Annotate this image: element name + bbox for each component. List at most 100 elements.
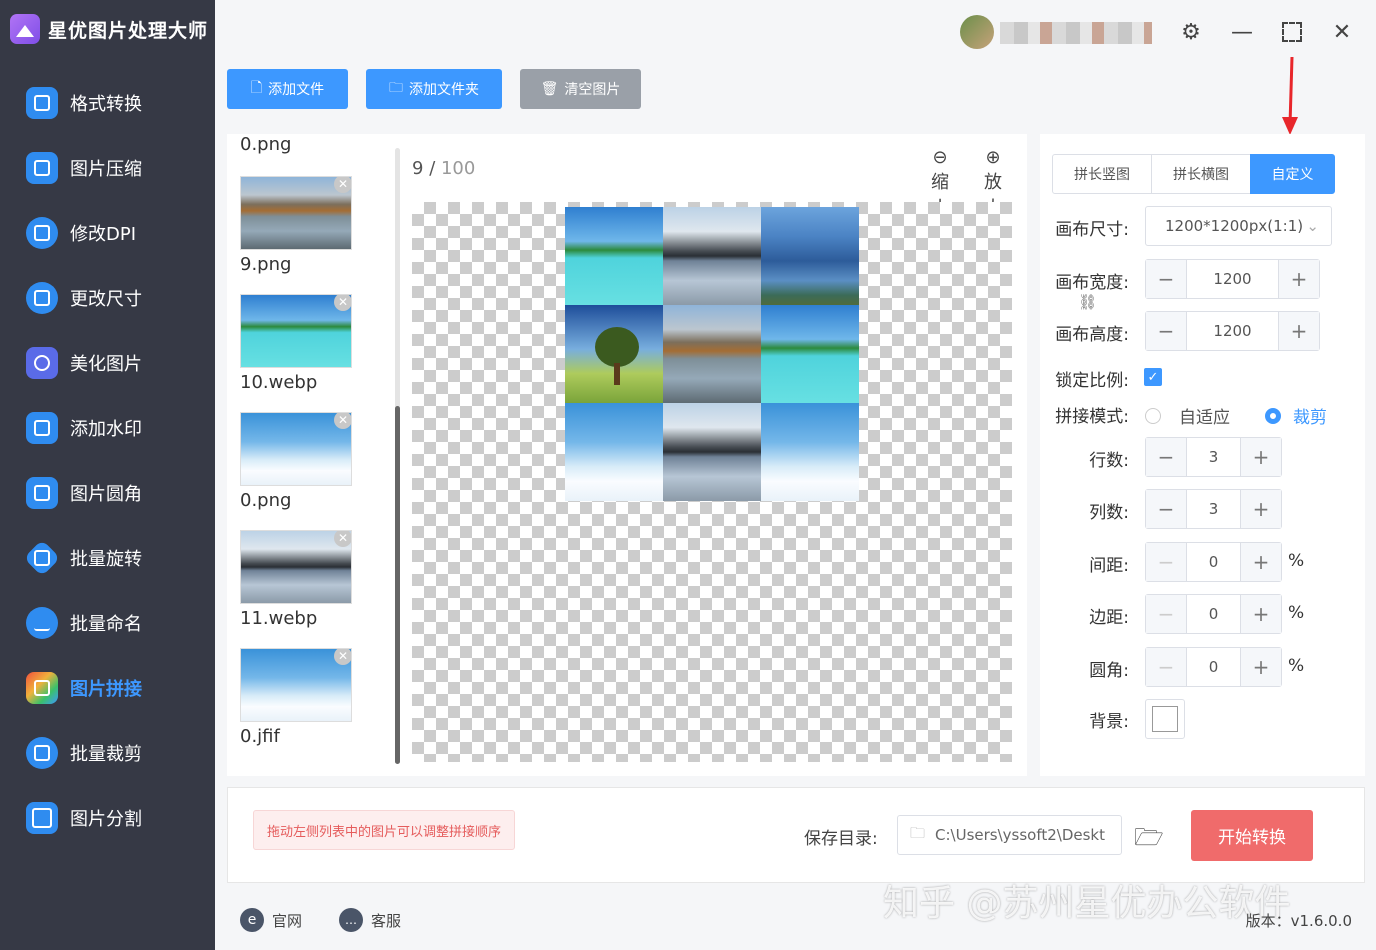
zoom-out-icon: ⊖ (932, 147, 948, 168)
sidebar: 星优图片处理大师 格式转换 图片压缩 修改DPI 更改尺寸 美化图片 添加水印 … (0, 0, 215, 950)
lock-ratio-label: 锁定比例: (1055, 371, 1129, 391)
rows-value[interactable]: 3 (1186, 438, 1241, 476)
clear-images-button[interactable]: 🗑 清空图片 (520, 69, 641, 109)
tab-custom[interactable]: 自定义 (1250, 154, 1335, 194)
page-total: 100 (440, 158, 476, 179)
list-item[interactable]: ✕ 11.webp (240, 530, 352, 629)
canvas-size-select[interactable]: 1200*1200px(1:1) ⌄ (1145, 206, 1332, 246)
remove-icon[interactable]: ✕ (334, 177, 351, 193)
beautify-icon (26, 347, 58, 379)
canvas-height-label: 画布高度: (1055, 325, 1129, 345)
rows-stepper: − 3 + (1145, 437, 1282, 477)
plus-button[interactable]: + (1241, 648, 1281, 686)
minus-button[interactable]: − (1146, 490, 1186, 528)
sidebar-item-crop[interactable]: 批量裁剪 (26, 733, 142, 773)
tab-vertical-stitch[interactable]: 拼长竖图 (1052, 154, 1152, 194)
official-site-link[interactable]: e 官网 (240, 908, 302, 932)
radio-icon (1145, 407, 1161, 424)
scrollbar-thumb[interactable] (395, 406, 400, 764)
plus-button[interactable]: + (1241, 438, 1281, 476)
remove-icon[interactable]: ✕ (334, 413, 351, 429)
sidebar-item-dpi[interactable]: 修改DPI (26, 213, 136, 253)
browse-folder-icon[interactable]: 🗁 (1134, 820, 1164, 861)
canvas-width-stepper: − 1200 + (1145, 259, 1320, 299)
canvas-width-value[interactable]: 1200 (1186, 260, 1279, 298)
add-folder-button[interactable]: 🗀 添加文件夹 (366, 69, 502, 109)
mode-fit-radio[interactable]: 自适应 (1145, 403, 1230, 428)
split-icon (26, 802, 58, 834)
minus-button[interactable]: − (1146, 438, 1186, 476)
grid-cell-image (565, 207, 663, 305)
footer: e 官网 … 客服 知乎 @苏州星优办公软件 版本：v1.6.0.0 (215, 883, 1376, 950)
sidebar-item-rename[interactable]: 批量命名 (26, 603, 142, 643)
remove-icon[interactable]: ✕ (334, 531, 351, 547)
user-name-blurred (1000, 22, 1152, 44)
sidebar-item-resize[interactable]: 更改尺寸 (26, 278, 142, 318)
plus-button[interactable]: + (1279, 260, 1319, 298)
sidebar-item-rotate[interactable]: 批量旋转 (23, 538, 142, 578)
sidebar-item-compress[interactable]: 图片压缩 (26, 148, 142, 188)
list-item[interactable]: ✕ 10.webp (240, 294, 352, 393)
background-color-picker[interactable] (1145, 699, 1185, 739)
file-name: 11.webp (240, 608, 318, 629)
radius-stepper: − 0 + (1145, 647, 1282, 687)
plus-button[interactable]: + (1279, 312, 1319, 350)
add-file-button[interactable]: 🗋 添加文件 (227, 69, 348, 109)
grid-cell-image (761, 305, 859, 403)
grid-cell-image (565, 305, 663, 403)
maximize-icon (1282, 22, 1302, 42)
app-title: 星优图片处理大师 (48, 19, 209, 42)
minus-button[interactable]: − (1146, 312, 1186, 350)
file-name: 10.webp (240, 372, 318, 393)
margin-value[interactable]: 0 (1186, 595, 1241, 633)
thumbnail-image: ✕ (240, 412, 352, 486)
radius-value[interactable]: 0 (1186, 648, 1241, 686)
color-swatch (1152, 706, 1178, 732)
minus-button[interactable]: − (1146, 595, 1186, 633)
cols-value[interactable]: 3 (1186, 490, 1241, 528)
maximize-button[interactable] (1278, 18, 1306, 46)
close-button[interactable]: ✕ (1328, 18, 1356, 46)
tab-horizontal-stitch[interactable]: 拼长横图 (1151, 154, 1251, 194)
lock-ratio-checkbox[interactable]: ✓ (1144, 368, 1162, 386)
link-icon[interactable]: ⛓ (1078, 293, 1097, 311)
remove-icon[interactable]: ✕ (334, 295, 351, 311)
thumbnail-image: ✕ (240, 176, 352, 250)
list-item[interactable]: ✕ 0.jfif (240, 648, 352, 747)
save-path-input[interactable]: 🗀 C:\Users\yssoft2\Deskt (897, 815, 1122, 855)
canvas-width-label: 画布宽度: (1055, 273, 1129, 293)
sidebar-item-round-corner[interactable]: 图片圆角 (26, 473, 142, 513)
sidebar-item-beautify[interactable]: 美化图片 (26, 343, 142, 383)
stitch-icon (26, 672, 58, 704)
customer-service-link[interactable]: … 客服 (339, 908, 401, 932)
list-item[interactable]: ✕ 9.png (240, 176, 352, 275)
gap-value[interactable]: 0 (1186, 543, 1241, 581)
plus-button[interactable]: + (1241, 595, 1281, 633)
avatar[interactable] (960, 15, 994, 49)
start-convert-button[interactable]: 开始转换 (1191, 810, 1313, 861)
radio-checked-icon (1265, 407, 1281, 424)
list-item[interactable]: ✕ 0.png (240, 412, 352, 511)
margin-percent: % (1288, 603, 1305, 623)
rename-icon (26, 607, 58, 639)
sidebar-item-split[interactable]: 图片分割 (26, 798, 142, 838)
settings-sliders-icon[interactable]: ⚙ (1177, 18, 1205, 46)
plus-button[interactable]: + (1241, 490, 1281, 528)
sidebar-item-watermark[interactable]: 添加水印 (26, 408, 142, 448)
trash-icon: 🗑 (540, 81, 559, 97)
preview-panel: 0.png ✕ 9.png ✕ 10.webp ✕ 0.png ✕ 11.web… (227, 134, 1027, 776)
minimize-button[interactable]: — (1228, 18, 1256, 46)
minus-button[interactable]: − (1146, 543, 1186, 581)
mode-crop-radio[interactable]: 裁剪 (1265, 403, 1327, 428)
cols-stepper: − 3 + (1145, 489, 1282, 529)
sidebar-item-stitch[interactable]: 图片拼接 (26, 668, 142, 708)
grid-cell-image (565, 403, 663, 501)
chevron-down-icon: ⌄ (1306, 217, 1319, 235)
remove-icon[interactable]: ✕ (334, 649, 351, 665)
file-list-scrollbar[interactable] (395, 148, 400, 764)
minus-button[interactable]: − (1146, 648, 1186, 686)
sidebar-item-format-convert[interactable]: 格式转换 (26, 83, 142, 123)
plus-button[interactable]: + (1241, 543, 1281, 581)
minus-button[interactable]: − (1146, 260, 1186, 298)
canvas-height-value[interactable]: 1200 (1186, 312, 1279, 350)
